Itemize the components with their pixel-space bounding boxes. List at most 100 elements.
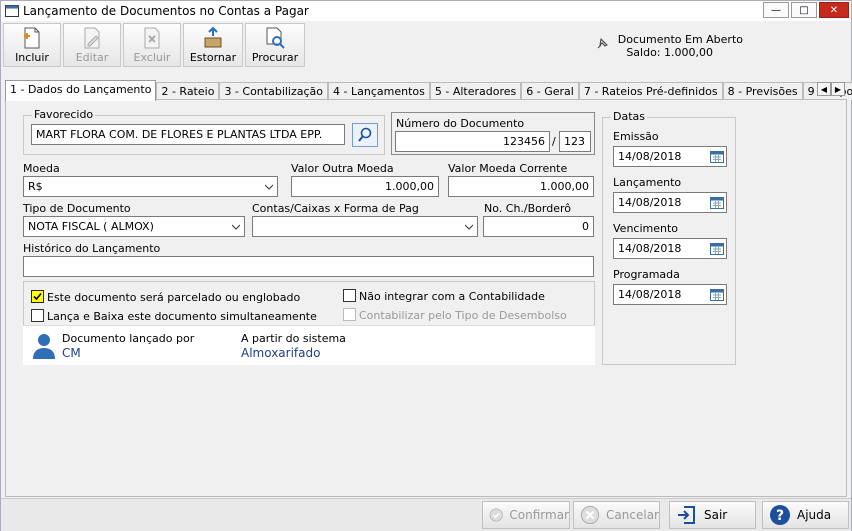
- confirmar-button[interactable]: Confirmar: [482, 501, 570, 529]
- tipo-documento-select[interactable]: NOTA FISCAL ( ALMOX): [23, 216, 245, 237]
- chevron-down-icon: [232, 224, 240, 230]
- new-document-icon: [24, 27, 40, 49]
- confirmar-label: Confirmar: [509, 508, 569, 522]
- close-window-button[interactable]: ✕: [819, 2, 849, 18]
- favorecido-search-button[interactable]: [352, 123, 378, 147]
- historico-label: Histórico do Lançamento: [23, 242, 161, 255]
- tab-geral[interactable]: 6 - Geral: [521, 82, 579, 100]
- favorecido-legend: Favorecido: [32, 108, 96, 121]
- cancelar-button[interactable]: Cancelar: [573, 501, 660, 529]
- numero-documento-field[interactable]: 123456: [395, 131, 550, 152]
- numero-serie-field[interactable]: 123: [559, 131, 591, 152]
- title-bar: Lançamento de Documentos no Contas a Pag…: [1, 1, 851, 21]
- edit-document-icon: [84, 27, 100, 49]
- historico-field[interactable]: [23, 256, 594, 277]
- tab-rateios-predefinidos[interactable]: 7 - Rateios Pré-definidos: [578, 82, 723, 100]
- valor-outra-moeda-label: Valor Outra Moeda: [291, 162, 394, 175]
- ajuda-button[interactable]: ? Ajuda: [762, 501, 849, 529]
- procurar-button[interactable]: Procurar: [245, 23, 305, 67]
- nao-integrar-checkbox[interactable]: [343, 289, 356, 302]
- calendar-icon[interactable]: [710, 150, 724, 163]
- parcelado-checkbox[interactable]: [31, 290, 44, 303]
- tipo-documento-label: Tipo de Documento: [23, 202, 131, 215]
- sair-button[interactable]: Sair: [669, 501, 756, 529]
- confirm-check-icon: [489, 508, 503, 522]
- lancado-por-label: Documento lançado por: [62, 332, 195, 345]
- calendar-icon[interactable]: [710, 196, 724, 209]
- contas-caixas-label: Contas/Caixas x Forma de Pag: [252, 202, 419, 215]
- datas-legend: Datas: [611, 110, 647, 123]
- tab-alteradores[interactable]: 5 - Alteradores: [429, 82, 522, 100]
- tab-dados-lancamento[interactable]: 1 - Dados do Lançamento: [5, 80, 157, 101]
- lanca-baixa-checkbox[interactable]: [31, 309, 44, 322]
- numero-documento-label: Número do Documento: [396, 117, 525, 130]
- pin-icon: [597, 37, 608, 49]
- emissao-date-field[interactable]: 14/08/2018: [613, 146, 727, 167]
- cancel-x-icon: [580, 505, 600, 525]
- chevron-down-icon: [465, 224, 473, 230]
- lancamento-label: Lançamento: [613, 176, 682, 189]
- tab-lancamentos[interactable]: 4 - Lançamentos: [328, 82, 430, 100]
- incluir-button[interactable]: Incluir: [3, 23, 61, 67]
- lanca-baixa-label: Lança e Baixa este documento simultaneam…: [47, 310, 317, 323]
- estornar-button[interactable]: Estornar: [183, 23, 243, 67]
- valor-moeda-corrente-label: Valor Moeda Corrente: [448, 162, 568, 175]
- excluir-button[interactable]: Excluir: [123, 23, 181, 67]
- moeda-select[interactable]: R$: [23, 176, 278, 197]
- programada-label: Programada: [613, 268, 680, 281]
- vencimento-label: Vencimento: [613, 222, 679, 235]
- chevron-down-icon: [265, 184, 273, 190]
- programada-date-field[interactable]: 14/08/2018: [613, 284, 727, 305]
- tab-rateio[interactable]: 2 - Rateio: [156, 82, 220, 100]
- help-question-icon: ?: [770, 505, 790, 525]
- svg-text:?: ?: [776, 508, 784, 524]
- reverse-entry-icon: [204, 26, 222, 48]
- search-document-icon: [266, 27, 285, 49]
- valor-moeda-corrente-field[interactable]: 1.000,00: [448, 176, 594, 197]
- document-status: Documento Em Aberto Saldo: 1.000,00: [593, 33, 743, 59]
- main-window: Lançamento de Documentos no Contas a Pag…: [0, 0, 852, 531]
- moeda-label: Moeda: [23, 162, 60, 175]
- editar-button[interactable]: Editar: [63, 23, 121, 67]
- tab-scroll-left-button[interactable]: ◀: [817, 82, 831, 96]
- tab-contabilizacao[interactable]: 3 - Contabilização: [219, 82, 329, 100]
- calendar-icon[interactable]: [710, 242, 724, 255]
- nao-integrar-label: Não integrar com a Contabilidade: [359, 290, 545, 303]
- search-icon: [358, 127, 372, 142]
- tab-previsoes[interactable]: 8 - Previsões: [722, 82, 803, 100]
- procurar-label: Procurar: [251, 51, 299, 64]
- sistema-value: Almoxarifado: [241, 346, 321, 360]
- bordero-field[interactable]: 0: [483, 216, 594, 237]
- footer-bar: Confirmar Cancelar Sair ? Ajuda: [1, 498, 851, 531]
- contas-caixas-select[interactable]: [252, 216, 478, 237]
- minimize-button[interactable]: —: [763, 2, 789, 18]
- window-title: Lançamento de Documentos no Contas a Pag…: [23, 4, 309, 18]
- status-balance: Saldo: 1.000,00: [626, 46, 713, 59]
- contabilizar-tipo-label: Contabilizar pelo Tipo de Desembolso: [359, 309, 567, 322]
- favorecido-field[interactable]: MART FLORA COM. DE FLORES E PLANTAS LTDA…: [31, 124, 345, 145]
- status-line-open: Documento Em Aberto: [617, 33, 743, 46]
- moeda-value: R$: [28, 180, 43, 193]
- contabilizar-tipo-checkbox[interactable]: [343, 308, 356, 321]
- valor-outra-moeda-field[interactable]: 1.000,00: [291, 176, 439, 197]
- excluir-label: Excluir: [133, 51, 171, 64]
- app-window-icon: [5, 5, 19, 17]
- ajuda-label: Ajuda: [797, 508, 832, 522]
- tab-scroll: ◀ ▶: [817, 82, 845, 96]
- lancamento-date-field[interactable]: 14/08/2018: [613, 192, 727, 213]
- user-icon: [33, 334, 55, 359]
- vencimento-value: 14/08/2018: [618, 242, 682, 255]
- delete-document-icon: [144, 27, 160, 49]
- lancamento-value: 14/08/2018: [618, 196, 682, 209]
- calendar-icon[interactable]: [710, 288, 724, 301]
- tab-scroll-right-button[interactable]: ▶: [831, 82, 845, 96]
- toolbar: Incluir Editar Excluir Estornar Procurar: [1, 23, 305, 69]
- exit-door-icon: [678, 506, 695, 524]
- vencimento-date-field[interactable]: 14/08/2018: [613, 238, 727, 259]
- editar-label: Editar: [75, 51, 109, 64]
- checkmark-icon: [33, 292, 42, 301]
- incluir-label: Incluir: [15, 51, 49, 64]
- numero-separator: /: [552, 135, 556, 148]
- sistema-label: A partir do sistema: [241, 332, 346, 345]
- maximize-button[interactable]: □: [791, 2, 817, 18]
